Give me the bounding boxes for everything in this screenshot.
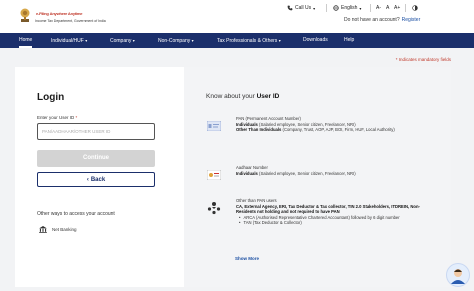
top-bar: e-FilingAnywhere Anytime Income Tax Depa… [0,0,474,33]
user-id-info-panel: Know about your User ID PAN (Permanent A… [184,67,451,287]
info-title-prefix: Know about your [206,93,255,100]
user-id-label-text: Enter your User ID [37,115,75,120]
account-prompt: Do not have an account? Register [344,17,420,23]
nav-company[interactable]: Company ▾ [110,33,135,48]
nav-company-label: Company [110,38,132,44]
chatbot-button[interactable] [446,263,470,287]
info-title-bold: User ID [256,93,280,100]
aadhaar-l1: (Salaried employee, Senior citizen, Free… [259,170,356,176]
info-title: Know about your User ID [206,93,279,100]
pan-l2: (Company, Trust, AOP, AJP, BOI, Firm, HU… [282,127,395,133]
nav-help-label: Help [344,37,355,43]
back-button[interactable]: ‹ Back [37,172,155,187]
other-bullet-tan: TAN (Tax Deductor & Collector) [243,220,302,226]
nav-individual-label: Individual/HUF [51,38,84,44]
pan-l2-bold: Other Than Individuals [236,127,282,133]
login-card: Login Enter your User ID * Continue ‹ Ba… [15,67,451,287]
font-plus-button[interactable]: A+ [394,5,400,11]
mandatory-note: * Indicates mandatory fields [395,57,451,62]
call-us-link[interactable]: Call Us ▾ [287,5,315,11]
font-normal-button[interactable]: A [386,5,389,11]
nav-tax-professionals[interactable]: Tax Professionals & Others ▾ [217,33,281,48]
bank-icon [39,226,47,233]
nav-home-label: Home [19,37,33,43]
language-selector[interactable]: English ▾ [333,5,361,11]
contrast-toggle[interactable] [412,5,418,11]
main-nav: Home Individual/HUF ▾ Company ▾ Non-Comp… [0,33,474,48]
chevron-down-icon: ▾ [278,38,281,43]
phone-icon [287,5,293,11]
aadhaar-l1-bold: Individuals [236,170,258,176]
login-title: Login [37,92,65,103]
chevron-down-icon: ▾ [313,5,316,11]
font-normal-label: A [386,5,390,11]
users-icon [207,202,221,215]
other-ways-heading: Other ways to access your account [37,211,115,217]
other-bold: CA, External Agency, ERI, Tax Deductor &… [236,203,420,215]
chevron-down-icon: ▾ [85,38,88,43]
divider [326,4,327,12]
nav-downloads[interactable]: Downloads [303,33,328,48]
pan-l1-bold: Individuals [236,121,258,127]
nav-individual[interactable]: Individual/HUF ▾ [51,33,87,48]
net-banking-option[interactable]: Net Banking [39,226,77,233]
brand-subtitle: Income Tax Department, Government of Ind… [35,19,106,23]
no-account-text: Do not have an account? [344,17,400,23]
nav-tax-professionals-label: Tax Professionals & Others [217,38,278,44]
pan-l1: (Salaried employee, Senior citizen, Free… [259,121,356,127]
font-minus-button[interactable]: A- [376,5,381,11]
chevron-left-icon: ‹ [86,176,89,183]
user-id-input[interactable] [37,123,155,140]
login-panel: Login Enter your User ID * Continue ‹ Ba… [15,67,184,287]
chevron-down-icon: ▾ [359,5,362,11]
font-plus-label: A+ [394,5,401,11]
globe-icon [333,5,339,11]
language-label: English [341,5,358,11]
contrast-icon [412,5,418,11]
mandatory-note-text: Indicates mandatory fields [398,57,451,62]
divider [405,4,406,12]
pan-card-icon [207,121,221,131]
net-banking-label: Net Banking [52,227,77,232]
call-us-label: Call Us [295,5,312,11]
continue-button[interactable]: Continue [37,150,155,167]
show-more-link[interactable]: Show More [235,256,259,261]
font-minus-label: A- [376,5,381,11]
chatbot-avatar-icon [451,269,465,284]
nav-home[interactable]: Home [19,33,33,48]
aadhaar-card-icon [207,170,221,180]
nav-help[interactable]: Help [344,33,354,48]
back-label: Back [90,176,106,183]
chevron-down-icon: ▾ [191,38,194,43]
divider [370,4,371,12]
brand-tagline: Anywhere Anytime [49,11,83,16]
nav-downloads-label: Downloads [303,37,328,43]
nav-non-company[interactable]: Non-Company ▾ [158,33,194,48]
nav-non-company-label: Non-Company [158,38,191,44]
register-link[interactable]: Register [402,17,421,23]
national-emblem-icon [20,8,30,22]
brand-title: e-Filing [36,11,49,16]
chevron-down-icon: ▾ [132,38,135,43]
user-id-label: Enter your User ID * [37,115,78,120]
efiling-logo[interactable]: e-FilingAnywhere Anytime Income Tax Depa… [18,6,106,24]
